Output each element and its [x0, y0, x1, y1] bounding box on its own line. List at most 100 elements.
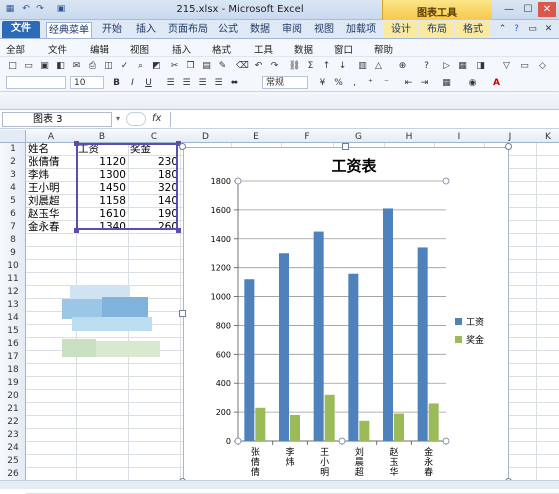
- cell[interactable]: 260: [130, 221, 178, 234]
- email-icon[interactable]: ✉: [70, 60, 83, 72]
- insert-function-icon[interactable]: fx: [152, 113, 161, 124]
- name-box-dropdown-icon[interactable]: ▾: [116, 114, 120, 123]
- number-format-select[interactable]: 常规: [262, 76, 308, 89]
- column-header[interactable]: G: [333, 131, 384, 143]
- tab-add-ins[interactable]: 加载项: [342, 22, 380, 38]
- menu-view[interactable]: 视图: [130, 42, 149, 56]
- zoom-icon[interactable]: ⊕: [396, 60, 409, 72]
- column-header[interactable]: E: [231, 131, 281, 143]
- tab-home[interactable]: 开始: [96, 22, 128, 38]
- row-header[interactable]: 2: [0, 156, 26, 169]
- menu-edit[interactable]: 编辑: [90, 42, 109, 56]
- formula-input[interactable]: [170, 112, 559, 127]
- insert-chart-icon[interactable]: ▥: [356, 60, 369, 72]
- maximize-button[interactable]: ☐: [519, 2, 537, 17]
- filter-icon[interactable]: ▽: [500, 60, 513, 72]
- currency-icon[interactable]: ¥: [316, 77, 329, 89]
- cell[interactable]: 1610: [78, 208, 126, 221]
- menu-insert[interactable]: 插入: [172, 42, 191, 56]
- horizontal-scrollbar[interactable]: [0, 480, 559, 489]
- cell[interactable]: 1300: [78, 169, 126, 182]
- hyperlink-icon[interactable]: ⛓: [288, 60, 301, 72]
- tab-data[interactable]: 数据: [246, 22, 274, 38]
- cell[interactable]: 1158: [78, 195, 126, 208]
- underline-icon[interactable]: U: [142, 77, 155, 89]
- cell[interactable]: 180: [130, 169, 178, 182]
- row-header[interactable]: 24: [0, 442, 26, 455]
- chart-resize-handle[interactable]: [505, 143, 512, 150]
- font-color-icon[interactable]: A: [490, 77, 503, 89]
- font-size-select[interactable]: 10: [70, 76, 104, 89]
- bold-icon[interactable]: B: [110, 77, 123, 89]
- row-header[interactable]: 5: [0, 195, 26, 208]
- justify-icon[interactable]: ☰: [212, 77, 225, 89]
- autosum-icon[interactable]: Σ: [304, 60, 317, 72]
- cell[interactable]: 金永春: [28, 221, 74, 234]
- tab-page-layout[interactable]: 页面布局: [164, 22, 212, 38]
- cell[interactable]: 姓名: [28, 143, 74, 156]
- row-header[interactable]: 17: [0, 351, 26, 364]
- column-header[interactable]: B: [76, 131, 128, 143]
- row-header[interactable]: 20: [0, 390, 26, 403]
- range-handle[interactable]: [74, 228, 79, 233]
- cell[interactable]: 230: [130, 156, 178, 169]
- column-header[interactable]: A: [26, 131, 76, 143]
- cell[interactable]: 140: [130, 195, 178, 208]
- cell[interactable]: 张倩倩: [28, 156, 74, 169]
- range-handle[interactable]: [176, 228, 181, 233]
- align-left-icon[interactable]: ☰: [164, 77, 177, 89]
- cut-icon[interactable]: ✂: [168, 60, 181, 72]
- row-header[interactable]: 7: [0, 221, 26, 234]
- chart-resize-handle[interactable]: [342, 143, 349, 150]
- row-header[interactable]: 10: [0, 260, 26, 273]
- chart-resize-handle[interactable]: [179, 143, 186, 150]
- menu-data[interactable]: 数据: [294, 42, 313, 56]
- tab-view[interactable]: 视图: [310, 22, 338, 38]
- tab-review[interactable]: 审阅: [278, 22, 306, 38]
- row-header[interactable]: 11: [0, 273, 26, 286]
- menu-file[interactable]: 文件: [48, 42, 67, 56]
- range-handle[interactable]: [74, 141, 79, 146]
- row-header[interactable]: 4: [0, 182, 26, 195]
- print-preview-icon[interactable]: ◫: [102, 60, 115, 72]
- column-header[interactable]: K: [536, 131, 559, 143]
- spelling-icon[interactable]: ✓: [118, 60, 131, 72]
- row-header[interactable]: 16: [0, 338, 26, 351]
- percent-icon[interactable]: %: [332, 77, 345, 89]
- merge-center-icon[interactable]: ⬌: [228, 77, 241, 89]
- tab-file[interactable]: 文件: [2, 21, 40, 38]
- undo-icon[interactable]: ↶: [252, 60, 265, 72]
- sort-ascending-icon[interactable]: ↑: [320, 60, 333, 72]
- copy-icon[interactable]: ❐: [184, 60, 197, 72]
- close-workbook-icon[interactable]: ✕: [542, 23, 555, 35]
- macro-icon[interactable]: ▷: [440, 60, 453, 72]
- row-header[interactable]: 1: [0, 143, 26, 156]
- decrease-decimal-icon[interactable]: ⁻: [380, 77, 393, 89]
- row-header[interactable]: 8: [0, 234, 26, 247]
- cell[interactable]: 1340: [78, 221, 126, 234]
- help-icon[interactable]: ?: [420, 60, 433, 72]
- research-icon[interactable]: ⌕: [134, 60, 147, 72]
- cell[interactable]: 1450: [78, 182, 126, 195]
- tab-insert[interactable]: 插入: [130, 22, 162, 38]
- menu-format[interactable]: 格式: [212, 42, 231, 56]
- row-header[interactable]: 3: [0, 169, 26, 182]
- help-icon[interactable]: ?: [510, 23, 523, 35]
- menu-window[interactable]: 窗口: [334, 42, 353, 56]
- print-icon[interactable]: ⎙: [86, 60, 99, 72]
- column-header[interactable]: I: [434, 131, 484, 143]
- cell[interactable]: 320: [130, 182, 178, 195]
- row-header[interactable]: 15: [0, 325, 26, 338]
- cell[interactable]: 奖金: [130, 143, 178, 156]
- row-header[interactable]: 13: [0, 299, 26, 312]
- decrease-indent-icon[interactable]: ⇤: [402, 77, 415, 89]
- row-header[interactable]: 25: [0, 455, 26, 468]
- align-center-icon[interactable]: ☰: [180, 77, 193, 89]
- align-right-icon[interactable]: ☰: [196, 77, 209, 89]
- sort-descending-icon[interactable]: ↓: [336, 60, 349, 72]
- chart-resize-handle[interactable]: [179, 310, 186, 317]
- cell[interactable]: 1120: [78, 156, 126, 169]
- menu-tools[interactable]: 工具: [254, 42, 273, 56]
- borders-icon[interactable]: ▦: [440, 77, 453, 89]
- redo-icon[interactable]: ↷: [268, 60, 281, 72]
